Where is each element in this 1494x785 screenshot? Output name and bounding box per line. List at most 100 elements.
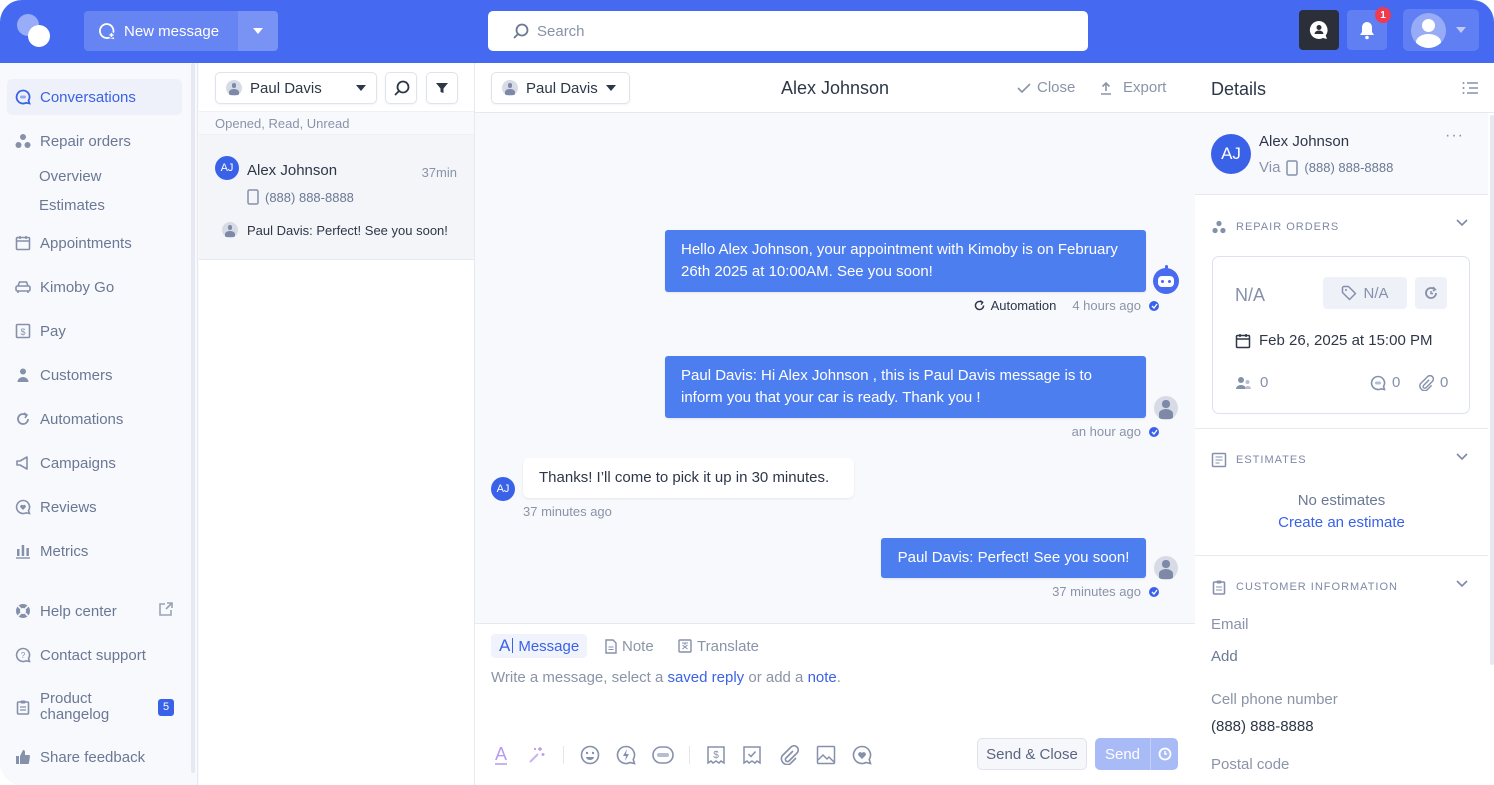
document-icon <box>605 638 617 654</box>
review-request-button[interactable] <box>851 744 873 766</box>
create-estimate-link-text[interactable]: Create an estimate <box>1278 514 1405 531</box>
sidebar-item-label: Campaigns <box>40 454 116 472</box>
list-toggle-icon[interactable] <box>1462 81 1478 95</box>
cell-phone-value[interactable]: (888) 888-8888 <box>1211 718 1314 735</box>
repair-orders-section-header[interactable]: REPAIR ORDERS <box>1211 220 1339 234</box>
sidebar-item-pay[interactable]: $ Pay <box>7 313 182 349</box>
search-icon <box>513 23 529 39</box>
chevron-down-icon[interactable] <box>1456 580 1468 588</box>
placeholder-text: . <box>836 669 841 686</box>
sidebar-item-reviews[interactable]: Reviews <box>7 489 182 525</box>
customer-info-section-header[interactable]: CUSTOMER INFORMATION <box>1211 579 1398 595</box>
insert-image-button[interactable] <box>815 744 837 766</box>
agent-filter-select[interactable]: Paul Davis <box>215 72 377 104</box>
email-add-field[interactable]: Add <box>1211 648 1238 665</box>
sidebar-subitem-overview[interactable]: Overview <box>39 168 102 185</box>
sidebar-item-label: Conversations <box>40 88 136 106</box>
sidebar-item-appointments[interactable]: Appointments <box>7 225 182 261</box>
sidebar-item-label: Pay <box>40 322 66 340</box>
export-button[interactable]: Export <box>1099 79 1166 96</box>
contact-avatar: AJ <box>215 156 239 180</box>
schedule-send-button[interactable] <box>1150 738 1178 770</box>
repair-order-date: Feb 26, 2025 at 15:00 PM <box>1259 332 1433 349</box>
sidebar-item-share-feedback[interactable]: Share feedback <box>7 739 182 775</box>
sidebar-item-repair-orders[interactable]: Repair orders <box>7 123 182 159</box>
new-message-dropdown[interactable] <box>238 11 278 51</box>
emoji-button[interactable] <box>579 744 601 766</box>
sidebar-item-label: Automations <box>40 410 124 428</box>
message-bubble-outgoing: Paul Davis: Hi Alex Johnson , this is Pa… <box>665 356 1146 418</box>
label-line-1: Product <box>40 690 92 707</box>
kimoby-logo[interactable] <box>17 14 51 48</box>
sidebar-item-automations[interactable]: Automations <box>7 401 182 437</box>
estimates-section-header[interactable]: ESTIMATES <box>1211 452 1307 468</box>
assigned-agent-select[interactable]: Paul Davis <box>491 72 630 104</box>
section-title: REPAIR ORDERS <box>1236 221 1340 233</box>
notifications-button[interactable]: 1 <box>1347 7 1391 50</box>
details-scrollbar[interactable] <box>1490 115 1494 665</box>
attachments-count-row: 0 <box>1418 374 1448 391</box>
chevron-down-icon[interactable] <box>1456 453 1468 461</box>
sidebar-subitem-estimates[interactable]: Estimates <box>39 197 105 214</box>
check-icon <box>1017 82 1031 93</box>
create-estimate-link: Create an estimate <box>1195 514 1488 531</box>
chevron-down-icon[interactable] <box>1456 219 1468 227</box>
payment-request-button[interactable]: $ <box>705 744 727 766</box>
sidebar-item-kimoby-go[interactable]: Kimoby Go <box>7 269 182 305</box>
quick-reply-button[interactable] <box>615 744 637 766</box>
sidebar-item-customers[interactable]: Customers <box>7 357 182 393</box>
agent-chat-icon <box>1309 20 1328 39</box>
composer-tab-note[interactable]: Note <box>597 634 662 658</box>
search-placeholder: Search <box>537 22 585 40</box>
section-title: ESTIMATES <box>1236 454 1307 466</box>
support-chat-button[interactable] <box>1299 10 1339 50</box>
sidebar-item-metrics[interactable]: Metrics <box>7 533 182 569</box>
repair-order-card[interactable]: N/A N/A Feb 26, 2025 at 15:00 PM 0 0 0 <box>1212 256 1470 414</box>
repair-order-date-row: Feb 26, 2025 at 15:00 PM <box>1235 332 1432 349</box>
repair-order-tag[interactable]: N/A <box>1323 277 1407 309</box>
sidebar-item-campaigns[interactable]: Campaigns <box>7 445 182 481</box>
toolbar-divider <box>563 746 564 764</box>
message-input[interactable]: Write a message, select a saved reply or… <box>491 669 841 686</box>
ai-magic-button[interactable] <box>526 744 548 766</box>
text-format-button[interactable]: A <box>490 744 512 766</box>
contact-phone-row: (888) 888-8888 <box>247 189 354 205</box>
sidebar-item-label: Appointments <box>40 234 132 252</box>
status-filter-text[interactable]: Opened, Read, Unread <box>199 111 474 135</box>
new-message-button[interactable]: New message <box>84 11 238 51</box>
attach-file-button[interactable] <box>778 744 800 766</box>
approval-request-button[interactable] <box>741 744 763 766</box>
composer-tab-translate[interactable]: Translate <box>670 634 767 658</box>
user-menu-button[interactable] <box>1403 9 1479 51</box>
global-search-input[interactable]: Search <box>488 11 1088 51</box>
saved-reply-link[interactable]: saved reply <box>667 669 744 686</box>
sidebar-scrollbar[interactable] <box>191 63 195 773</box>
heart-bubble-icon <box>15 499 31 515</box>
send-button[interactable]: Send <box>1095 746 1150 763</box>
sidebar-item-label: Customers <box>40 366 113 384</box>
conversation-time: 37min <box>421 165 457 180</box>
clipboard-icon <box>15 699 31 715</box>
sidebar-item-conversations[interactable]: Conversations <box>7 79 182 115</box>
sidebar-item-label: Reviews <box>40 498 97 516</box>
phone-icon <box>247 189 259 205</box>
filter-button[interactable] <box>426 72 458 104</box>
add-note-link[interactable]: note <box>808 669 837 686</box>
sync-repair-order-button[interactable] <box>1415 277 1447 309</box>
sidebar-item-product-changelog[interactable]: Product changelog 5 <box>7 685 182 729</box>
conversation-list-item[interactable]: AJ Alex Johnson 37min (888) 888-8888 Pau… <box>199 135 474 260</box>
upload-icon <box>1101 81 1111 95</box>
variables-bubble-icon <box>652 746 674 764</box>
more-options-icon[interactable]: ··· <box>1445 127 1464 145</box>
composer-tab-message[interactable]: A Message <box>491 634 588 658</box>
lifebuoy-icon <box>15 603 31 619</box>
sidebar-item-contact-support[interactable]: ? Contact support <box>7 637 182 673</box>
send-and-close-button[interactable]: Send & Close <box>977 738 1087 770</box>
translate-icon <box>678 639 692 653</box>
search-conversations-button[interactable] <box>385 72 417 104</box>
sidebar-item-help-center[interactable]: Help center <box>7 593 182 629</box>
close-conversation-button[interactable]: Close <box>1017 79 1075 96</box>
clipboard-icon <box>1212 580 1226 595</box>
variables-button[interactable] <box>652 744 674 766</box>
new-message-label: New message <box>124 22 220 40</box>
